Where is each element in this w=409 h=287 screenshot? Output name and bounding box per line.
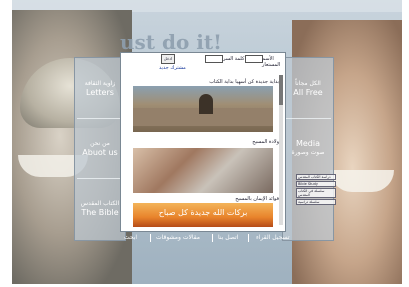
- bottom-nav-articles[interactable]: مقالات ومشوقات: [156, 234, 200, 241]
- bible-study-links: دراسة الكتاب المقدس Bible Study سلسلة في…: [296, 174, 336, 206]
- login-bar: ادخل كلمة السر الأسم المستعار مشترك جديد: [121, 53, 285, 75]
- section1-caption: بداية جديدة كن أسهيا بداية الكتاب: [209, 79, 279, 85]
- old-city-image[interactable]: [133, 86, 273, 132]
- nativity-image[interactable]: [133, 148, 273, 193]
- nav-all-free[interactable]: الكل مجاناً All Free: [283, 60, 333, 116]
- right-nav: الكل مجاناً All Free Media صوت وصورة: [282, 57, 334, 241]
- divider: [77, 118, 123, 119]
- banner-text: بركات الله جديدة كل صباح: [158, 208, 248, 217]
- divider: [248, 234, 249, 242]
- nav-letters-en: Letters: [86, 88, 114, 97]
- content-panel: ادخل كلمة السر الأسم المستعار مشترك جديد…: [120, 52, 286, 232]
- content-scrollbar[interactable]: [279, 75, 283, 225]
- nav-bible[interactable]: الكتاب المقدس The Bible: [75, 180, 125, 236]
- divider: [285, 118, 331, 119]
- password-label: كلمة السر: [223, 56, 245, 62]
- nav-media[interactable]: Media صوت وصورة: [283, 120, 333, 176]
- nav-media-ar: صوت وصورة: [291, 149, 325, 156]
- nav-bible-en: The Bible: [81, 208, 119, 217]
- bottom-nav-search[interactable]: ابحث: [124, 234, 137, 241]
- section3-caption: فوائد الإيمان بالمسيح: [235, 196, 279, 202]
- mini-link[interactable]: سلسلة دراسية: [296, 199, 336, 205]
- nav-all-free-ar: الكل مجاناً: [295, 80, 321, 87]
- nav-letters-ar: زاوية الثقافة: [84, 80, 116, 87]
- bottom-nav: ابحث مقالات ومشوقات اتصل بنا تسجيل القرا…: [124, 232, 304, 244]
- nav-about-en: Abuot us: [82, 148, 118, 157]
- nav-all-free-en: All Free: [293, 88, 323, 97]
- mini-link[interactable]: دراسة الكتاب المقدس: [296, 174, 336, 180]
- bottom-nav-register[interactable]: تسجيل القراء: [256, 234, 290, 241]
- divider: [77, 178, 123, 179]
- register-link[interactable]: مشترك جديد: [159, 65, 186, 71]
- mini-link[interactable]: Bible Study: [296, 181, 336, 187]
- nav-bible-ar: الكتاب المقدس: [80, 200, 120, 207]
- divider: [212, 234, 213, 242]
- login-button[interactable]: ادخل: [161, 54, 175, 64]
- mini-link[interactable]: سلسلة في الكتاب المقدس: [296, 188, 336, 198]
- username-field[interactable]: [245, 55, 263, 63]
- nav-media-en: Media: [295, 139, 321, 148]
- nav-letters[interactable]: زاوية الثقافة Letters: [75, 60, 125, 116]
- nav-about[interactable]: من نحن Abuot us: [75, 120, 125, 176]
- username-label: الأسم المستعار: [262, 56, 281, 68]
- smile-graphic-right: [330, 170, 394, 192]
- divider: [150, 234, 151, 242]
- password-field[interactable]: [205, 55, 223, 63]
- tagline: ust do it!: [120, 30, 222, 54]
- sunrise-banner[interactable]: بركات الله جديدة كل صباح: [133, 203, 273, 227]
- section2-caption: ولادة المسيح: [252, 139, 279, 145]
- bottom-nav-contact[interactable]: اتصل بنا: [218, 234, 238, 241]
- gate-graphic: [199, 94, 213, 114]
- nav-about-ar: من نحن: [90, 140, 110, 147]
- left-nav: زاوية الثقافة Letters من نحن Abuot us ال…: [74, 57, 126, 241]
- scrollbar-thumb[interactable]: [279, 75, 283, 105]
